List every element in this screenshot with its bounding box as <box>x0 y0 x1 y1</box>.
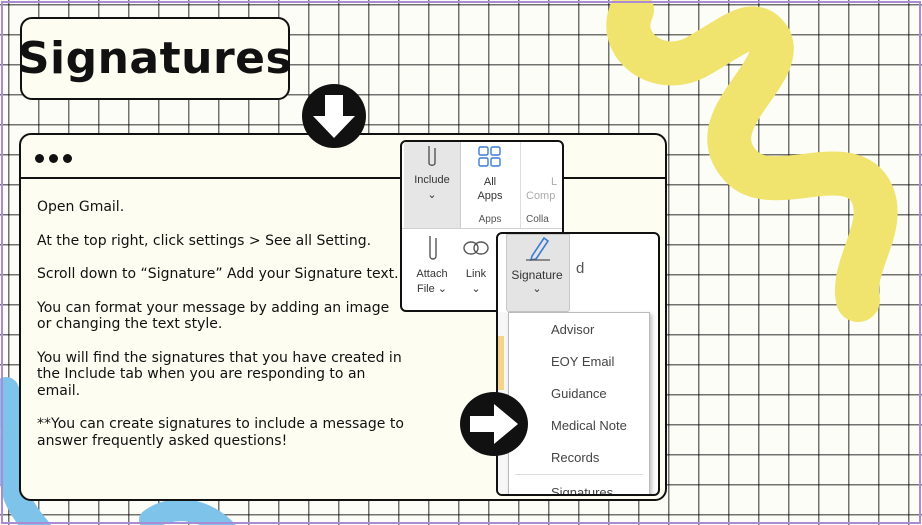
chevron-down-icon: ⌄ <box>427 189 437 201</box>
chevron-down-icon: ⌄ <box>471 283 481 295</box>
menu-item-signatures[interactable]: Signatures... <box>551 485 624 494</box>
compose-label-2: Comp <box>526 190 556 202</box>
divider <box>520 142 521 228</box>
pen-icon <box>526 236 550 262</box>
instruction-step: Scroll down to “Signature” Add your Sign… <box>37 266 399 282</box>
instruction-step: Open Gmail. <box>37 199 125 215</box>
chevron-down-icon: ⌄ <box>532 283 542 295</box>
instruction-step: You can format your message by adding an… <box>37 299 390 333</box>
window-dots-icon <box>35 154 72 163</box>
apps-group-label: Apps <box>478 214 502 225</box>
attach-file-icon <box>429 236 437 260</box>
all-apps-label[interactable]: All <box>462 176 518 188</box>
partial-text: d <box>576 260 585 277</box>
attach-file-label-2: File <box>416 283 435 295</box>
paperclip-icon <box>428 146 436 166</box>
highlight-strip <box>498 336 504 390</box>
instruction-step: You will find the signatures that you ha… <box>37 349 402 399</box>
menu-item-advisor[interactable]: Advisor <box>551 322 594 337</box>
instruction-note: **You can create signatures to include a… <box>37 416 404 449</box>
dot <box>49 154 58 163</box>
menu-separator <box>515 474 643 475</box>
all-apps-icon <box>478 146 501 167</box>
divider <box>402 228 562 229</box>
instructions-list: Open Gmail. At the top right, click sett… <box>37 199 407 466</box>
menu-item-medical-note[interactable]: Medical Note <box>551 418 627 433</box>
divider <box>460 142 461 228</box>
title-box: Signatures <box>17 17 293 100</box>
blue-squiggle-bottom <box>139 499 236 525</box>
down-arrow-icon <box>302 84 366 148</box>
instruction-step: At the top right, click settings > See a… <box>37 232 372 249</box>
all-apps-label-2: Apps <box>477 190 503 202</box>
link-label[interactable]: Link <box>456 268 496 280</box>
attach-file-label[interactable]: Attach <box>404 268 460 280</box>
right-arrow-icon <box>460 392 528 456</box>
dot <box>63 154 72 163</box>
dot <box>35 154 44 163</box>
chevron-down-icon: ⌄ <box>434 283 447 295</box>
compose-label: L <box>550 176 558 188</box>
signature-button-label: Signature <box>511 268 563 282</box>
collab-group-label: Colla <box>526 214 549 225</box>
menu-item-records[interactable]: Records <box>551 450 599 465</box>
menu-item-guidance[interactable]: Guidance <box>551 386 607 401</box>
include-label: Include <box>414 174 450 186</box>
menu-item-eoy-email[interactable]: EOY Email <box>551 354 614 369</box>
link-icon <box>463 241 489 255</box>
page-title: Signatures <box>17 33 293 84</box>
